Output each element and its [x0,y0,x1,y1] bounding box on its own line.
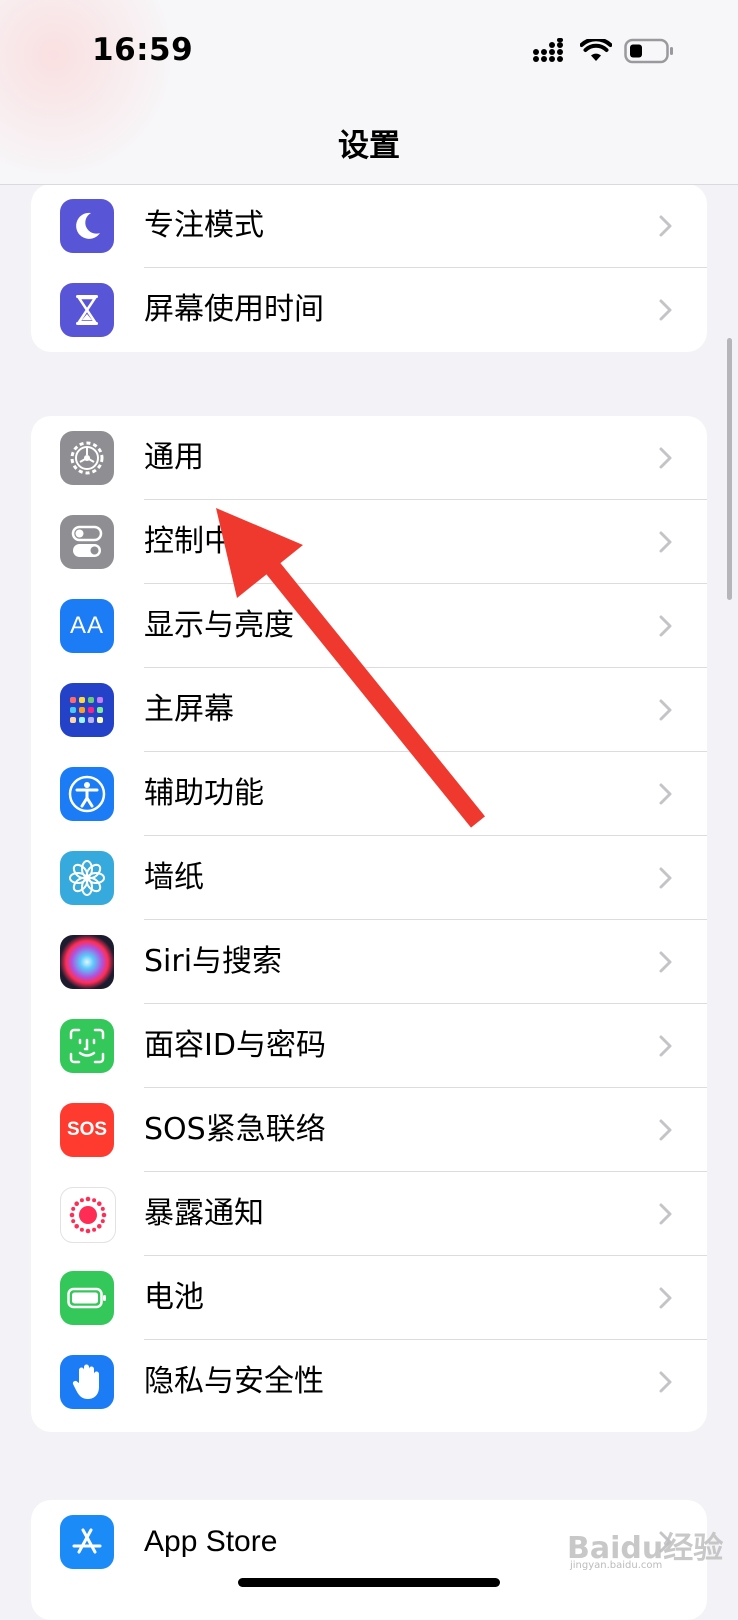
settings-row-exposure[interactable]: 暴露通知 [31,1172,707,1256]
chevron-right-icon [659,1119,672,1141]
chevron-right-icon [659,1035,672,1057]
settings-row-home-screen[interactable]: 主屏幕 [31,668,707,752]
chevron-right-icon [659,1287,672,1309]
accessibility-icon [60,767,114,821]
settings-row-label: 通用 [144,440,204,475]
battery-icon [60,1271,114,1325]
settings-row-display[interactable]: AA 显示与亮度 [31,584,707,668]
settings-row-label: 主屏幕 [144,692,234,727]
hand-icon [60,1355,114,1409]
chevron-right-icon [659,215,672,237]
settings-row-label: 隐私与安全性 [144,1364,324,1399]
face-id-icon [60,1019,114,1073]
chevron-right-icon [659,299,672,321]
settings-row-label: 屏幕使用时间 [144,292,324,327]
navigation-bar: 16:59 设置 [0,0,738,185]
settings-row-control-center[interactable]: 控制中心 [31,500,707,584]
chevron-right-icon [659,1371,672,1393]
page-title: 设置 [338,128,400,164]
hourglass-icon [60,283,114,337]
settings-row-label: 控制中心 [144,524,264,559]
status-time: 16:59 [92,32,194,68]
home-grid-icon [60,683,114,737]
cellular-signal-icon [533,38,563,62]
exposure-icon [60,1187,116,1243]
scrollbar[interactable] [727,338,732,600]
settings-row-label: 电池 [144,1280,204,1315]
aa-icon: AA [60,599,114,653]
chevron-right-icon [659,783,672,805]
settings-row-label: 面容ID与密码 [144,1028,326,1063]
gear-icon [60,431,114,485]
settings-group-focus: 专注模式 屏幕使用时间 [31,184,707,352]
toggles-icon [60,515,114,569]
chevron-right-icon [659,1203,672,1225]
chevron-right-icon [659,699,672,721]
settings-row-accessibility[interactable]: 辅助功能 [31,752,707,836]
settings-row-label: App Store [144,1525,278,1558]
chevron-right-icon [659,531,672,553]
moon-icon [60,199,114,253]
app-store-icon [60,1515,114,1569]
settings-row-label: 专注模式 [144,208,264,243]
chevron-right-icon [659,615,672,637]
settings-row-label: 墙纸 [144,860,204,895]
settings-row-privacy[interactable]: 隐私与安全性 [31,1340,707,1424]
siri-icon [60,935,114,989]
battery-status-icon [624,38,673,64]
settings-row-face-id[interactable]: 面容ID与密码 [31,1004,707,1088]
settings-row-general[interactable]: 通用 [31,416,707,500]
settings-row-label: Siri与搜索 [144,944,283,979]
settings-row-label: 暴露通知 [144,1196,264,1231]
chevron-right-icon [659,867,672,889]
chevron-right-icon [659,447,672,469]
wifi-icon [580,39,612,61]
sos-icon: SOS [60,1103,114,1157]
watermark-url: jingyan.baidu.com [570,1560,663,1571]
chevron-right-icon [659,951,672,973]
settings-row-wallpaper[interactable]: 墙纸 [31,836,707,920]
settings-row-label: 辅助功能 [144,776,264,811]
settings-row-screen-time[interactable]: 屏幕使用时间 [31,268,707,352]
settings-row-label: 显示与亮度 [144,608,294,643]
settings-row-battery[interactable]: 电池 [31,1256,707,1340]
home-indicator[interactable] [238,1578,500,1587]
settings-row-siri[interactable]: Siri与搜索 [31,920,707,1004]
settings-row-focus[interactable]: 专注模式 [31,184,707,268]
status-icons [532,38,674,64]
settings-row-emergency-sos[interactable]: SOS SOS紧急联络 [31,1088,707,1172]
settings-row-label: SOS紧急联络 [144,1112,326,1147]
settings-group-main: 通用 控制中心 AA 显示与亮度 主屏幕 辅助功能 墙纸 Siri与搜索 面容I… [31,416,707,1432]
flower-icon [60,851,114,905]
